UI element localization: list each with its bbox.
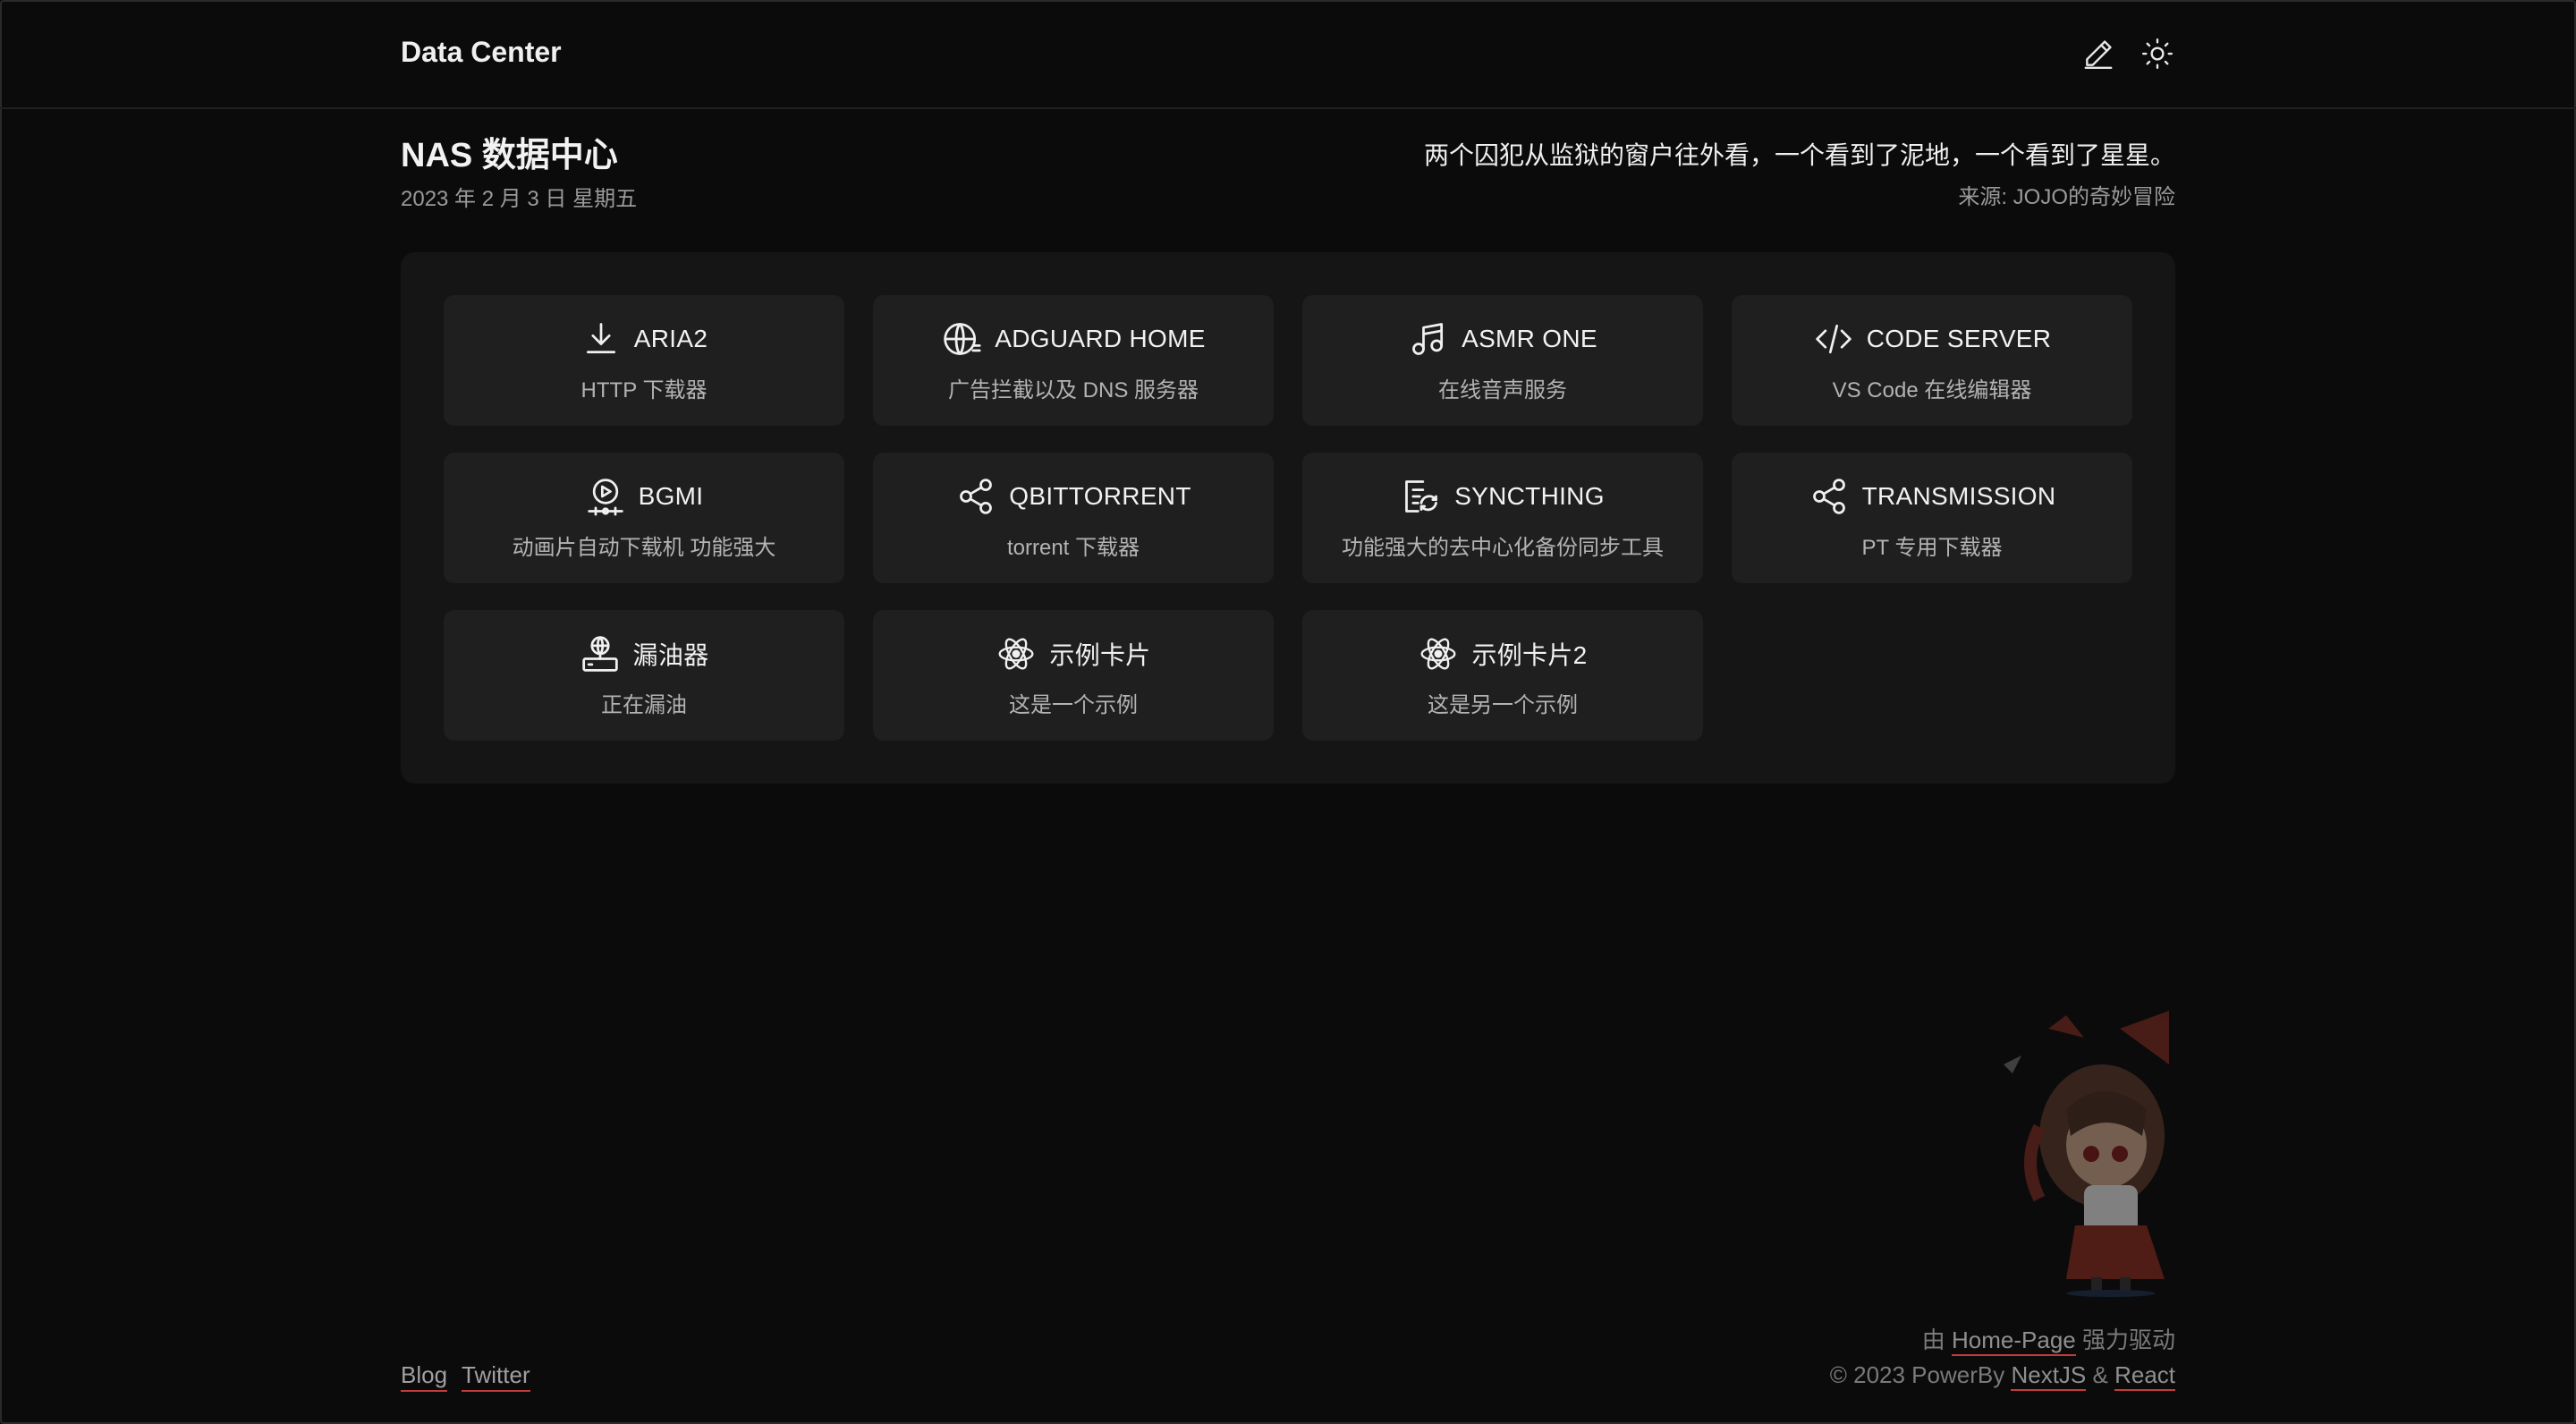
play-timeline-icon: [585, 476, 626, 517]
card-description: 这是一个示例: [1009, 692, 1138, 717]
top-bar: Data Center: [0, 0, 2576, 109]
powered-by-line: 由 Home-Page 强力驱动: [1460, 1322, 2175, 1356]
card-title: 漏油器: [632, 640, 709, 669]
download-icon: [580, 318, 622, 360]
card-description: VS Code 在线编辑器: [1832, 377, 2032, 403]
card-title: ADGUARD HOME: [995, 324, 1206, 352]
services-grid: ARIA2 HTTP 下载器 ADGUARD HOME 广告拦截以及 DNS 服…: [444, 295, 2132, 741]
card-description: 广告拦截以及 DNS 服务器: [947, 377, 1199, 403]
card-transmission[interactable]: TRANSMISSION PT 专用下载器: [1732, 453, 2132, 583]
card-description: 正在漏油: [601, 692, 687, 717]
quote-source: 来源: JOJO的奇妙冒险: [1958, 185, 2175, 209]
quote-text: 两个囚犯从监狱的窗户往外看，一个看到了泥地，一个看到了星星。: [1423, 141, 2175, 169]
powered-prefix: 由: [1921, 1327, 1945, 1353]
card-description: HTTP 下载器: [580, 377, 708, 403]
sun-icon[interactable]: [2138, 34, 2177, 73]
sync-list-icon: [1401, 476, 1442, 517]
card-description: 功能强大的去中心化备份同步工具: [1342, 535, 1664, 560]
footer-links: Blog Twitter: [401, 1361, 530, 1392]
card-code-server[interactable]: CODE SERVER VS Code 在线编辑器: [1732, 295, 2132, 426]
card-qbittorrent[interactable]: QBITTORRENT torrent 下载器: [873, 453, 1274, 583]
share-icon: [955, 476, 996, 517]
card-title: QBITTORRENT: [1009, 481, 1191, 510]
services-panel: ARIA2 HTTP 下载器 ADGUARD HOME 广告拦截以及 DNS 服…: [401, 252, 2175, 784]
card-adguard-home[interactable]: ADGUARD HOME 广告拦截以及 DNS 服务器: [873, 295, 1274, 426]
card-title: SYNCTHING: [1454, 481, 1605, 510]
card-description: torrent 下载器: [1006, 535, 1140, 560]
react-icon: [996, 633, 1037, 674]
music-icon: [1408, 318, 1449, 360]
mascot-illustration: [2004, 1011, 2169, 1297]
react-icon: [1418, 633, 1459, 674]
page-title: NAS 数据中心: [401, 137, 618, 174]
globe-server-icon: [580, 633, 621, 674]
copyright-text: © 2023 PowerBy: [1829, 1361, 2005, 1388]
card-oil-leaker[interactable]: 漏油器 正在漏油: [444, 610, 844, 741]
copyright-line: © 2023 PowerBy NextJS & React: [1370, 1361, 2175, 1391]
card-title: ASMR ONE: [1462, 324, 1597, 352]
card-title: CODE SERVER: [1866, 324, 2052, 352]
card-example-2[interactable]: 示例卡片2 这是另一个示例: [1302, 610, 1703, 741]
card-title: 示例卡片: [1049, 640, 1151, 669]
powered-suffix: 强力驱动: [2081, 1327, 2175, 1353]
brand-title[interactable]: Data Center: [401, 36, 562, 69]
card-description: 这是另一个示例: [1428, 692, 1578, 717]
card-description: 动画片自动下载机 功能强大: [512, 535, 776, 560]
ampersand: &: [2092, 1361, 2108, 1388]
card-example-1[interactable]: 示例卡片 这是一个示例: [873, 610, 1274, 741]
card-aria2[interactable]: ARIA2 HTTP 下载器: [444, 295, 844, 426]
card-title: 示例卡片2: [1471, 640, 1588, 669]
globe-icon: [941, 318, 982, 360]
react-link[interactable]: React: [2114, 1361, 2175, 1391]
share-icon: [1809, 476, 1850, 517]
card-asmr-one[interactable]: ASMR ONE 在线音声服务: [1302, 295, 1703, 426]
code-icon: [1813, 318, 1854, 360]
card-bgmi[interactable]: BGMI 动画片自动下载机 功能强大: [444, 453, 844, 583]
page-date: 2023 年 2 月 3 日 星期五: [401, 187, 638, 211]
nextjs-link[interactable]: NextJS: [2011, 1361, 2087, 1391]
card-description: 在线音声服务: [1438, 377, 1567, 403]
card-syncthing[interactable]: SYNCTHING 功能强大的去中心化备份同步工具: [1302, 453, 1703, 583]
card-title: ARIA2: [633, 324, 708, 352]
card-description: PT 专用下载器: [1861, 535, 2003, 560]
edit-icon[interactable]: [2079, 34, 2118, 73]
twitter-link[interactable]: Twitter: [462, 1361, 530, 1392]
home-page-link[interactable]: Home-Page: [1952, 1327, 2076, 1356]
blog-link[interactable]: Blog: [401, 1361, 448, 1392]
card-title: BGMI: [638, 481, 704, 510]
card-title: TRANSMISSION: [1861, 481, 2056, 510]
